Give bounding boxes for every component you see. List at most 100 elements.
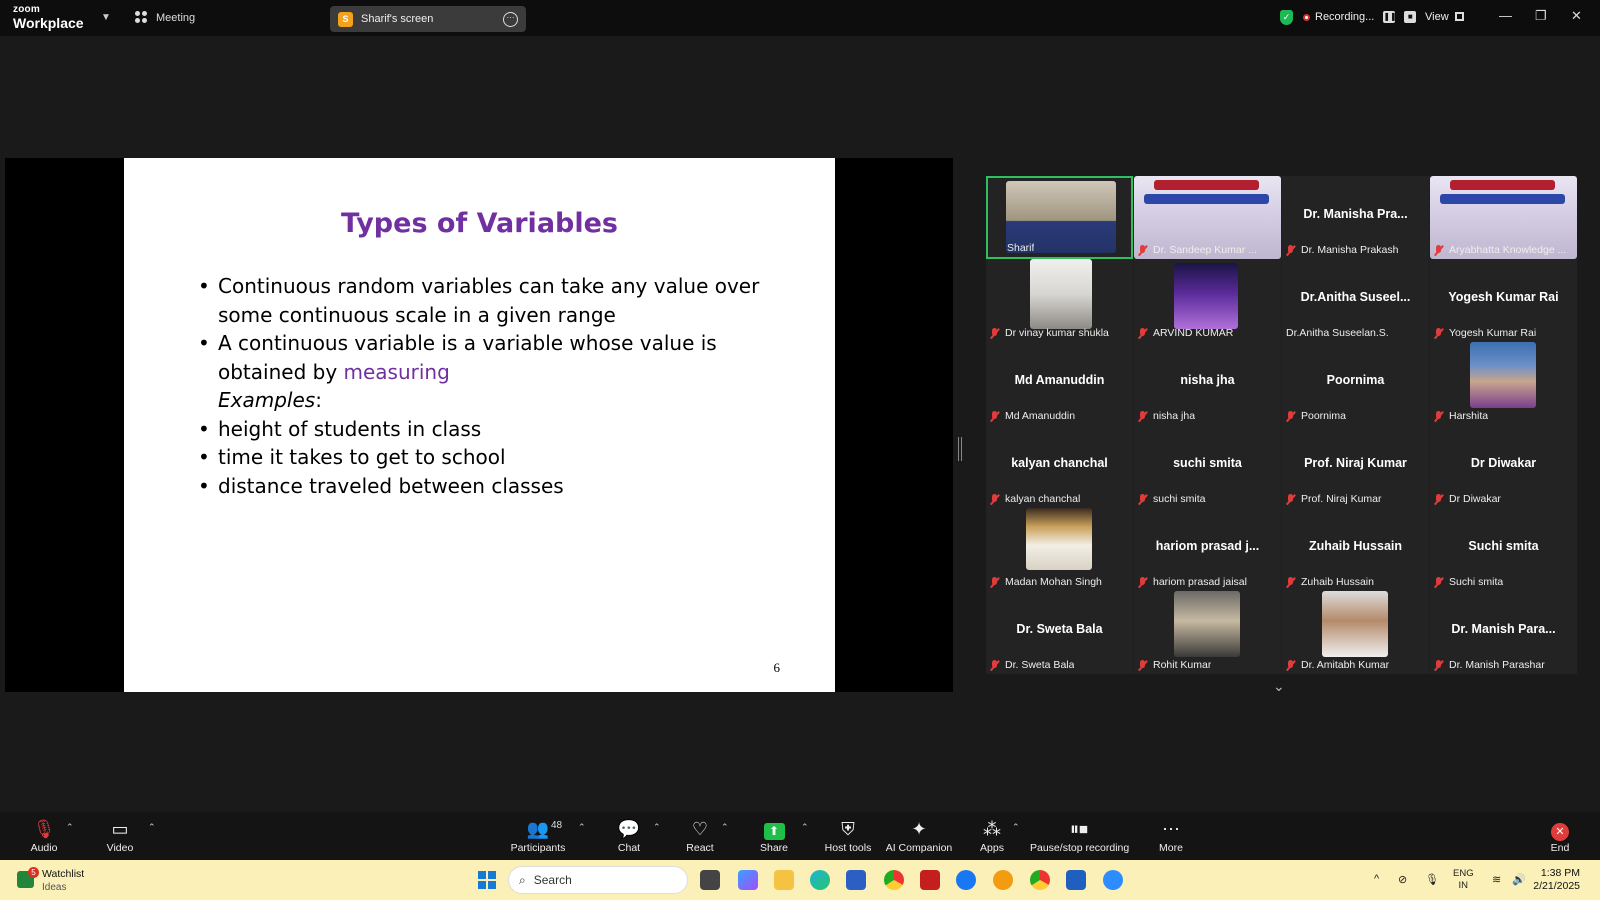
- file-explorer-icon[interactable]: [774, 870, 794, 890]
- chrome-icon[interactable]: [884, 870, 904, 890]
- restore-icon[interactable]: ❐: [1535, 8, 1547, 24]
- video-feed: [1030, 259, 1092, 329]
- share-options-caret[interactable]: ⌃: [801, 822, 809, 833]
- muted-mic-icon: 🎙: [32, 819, 56, 839]
- participant-label: Dr. Manish Parashar: [1434, 659, 1545, 671]
- sparkle-icon: ✦: [911, 819, 927, 839]
- store-icon[interactable]: [846, 870, 866, 890]
- video-button[interactable]: ▭ Video: [102, 818, 138, 854]
- chevron-up-icon[interactable]: ^: [1374, 873, 1379, 885]
- participant-label: Md Amanuddin: [990, 410, 1075, 422]
- minimize-icon[interactable]: —: [1499, 8, 1512, 23]
- end-meeting-button[interactable]: ✕ End: [1545, 818, 1575, 854]
- participant-gallery: Sharif Dr. Sandeep Kumar ... Dr. Manisha…: [986, 176, 1577, 674]
- pause-recording-icon[interactable]: ❚❚: [1383, 11, 1397, 23]
- participant-tile[interactable]: Dr vinay kumar shukla: [986, 259, 1133, 342]
- screen-share-indicator[interactable]: S Sharif's screen ···: [330, 6, 526, 32]
- chat-options-caret[interactable]: ⌃: [653, 822, 661, 833]
- more-icon: ⋯: [1162, 819, 1180, 839]
- participant-tile[interactable]: nisha jha nisha jha: [1134, 342, 1281, 425]
- view-button[interactable]: View: [1425, 11, 1464, 23]
- audio-button[interactable]: 🎙 Audio: [26, 818, 62, 854]
- close-icon[interactable]: ✕: [1571, 8, 1582, 24]
- participant-tile[interactable]: kalyan chanchal kalyan chanchal: [986, 425, 1133, 508]
- facebook-icon[interactable]: [956, 870, 976, 890]
- participant-tile[interactable]: Dr. Sandeep Kumar ...: [1134, 176, 1281, 259]
- muted-mic-icon: [1434, 576, 1443, 588]
- react-options-caret[interactable]: ⌃: [721, 822, 729, 833]
- participant-tile[interactable]: Md Amanuddin Md Amanuddin: [986, 342, 1133, 425]
- copilot-icon[interactable]: [738, 870, 758, 890]
- participant-tile[interactable]: Dr. Amitabh Kumar: [1282, 591, 1429, 674]
- zoom-window: zoom Workplace ▼ Meeting S Sharif's scre…: [0, 0, 1600, 900]
- participant-tile[interactable]: Dr. Manisha Pra... Dr. Manisha Prakash: [1282, 176, 1429, 259]
- participant-tile[interactable]: Dr. Sweta Bala Dr. Sweta Bala: [986, 591, 1133, 674]
- filezilla-icon[interactable]: [920, 870, 940, 890]
- audio-options-caret[interactable]: ⌃: [66, 822, 74, 833]
- participant-tile[interactable]: Zuhaib Hussain Zuhaib Hussain: [1282, 508, 1429, 591]
- watchlist-label[interactable]: Watchlist: [42, 868, 84, 880]
- chrome-icon[interactable]: [1030, 870, 1050, 890]
- meeting-icon: [135, 11, 148, 24]
- edge-icon[interactable]: [810, 870, 830, 890]
- examples-text: Examples: [218, 388, 316, 412]
- windows-start-icon[interactable]: [478, 871, 496, 889]
- language-indicator[interactable]: ENG IN: [1453, 868, 1474, 892]
- participant-tile[interactable]: Madan Mohan Singh: [986, 508, 1133, 591]
- slide-page-number: 6: [773, 660, 781, 675]
- stop-recording-icon[interactable]: ■: [1404, 11, 1417, 23]
- zoom-taskbar-icon[interactable]: [1103, 870, 1123, 890]
- volume-icon[interactable]: 🔊: [1512, 873, 1526, 886]
- muted-mic-icon: [1286, 244, 1295, 256]
- participant-name: Dr. Manish Para...: [1451, 622, 1556, 636]
- participant-label: Prof. Niraj Kumar: [1286, 493, 1382, 505]
- share-button[interactable]: ⬆ Share: [757, 818, 791, 854]
- taskbar-search[interactable]: ⌕ Search: [508, 866, 688, 894]
- chevron-down-icon[interactable]: ▼: [101, 12, 111, 23]
- more-options-icon[interactable]: ···: [503, 11, 518, 27]
- task-view-icon[interactable]: [700, 870, 720, 890]
- participant-tile[interactable]: Dr Diwakar Dr Diwakar: [1430, 425, 1577, 508]
- participant-tile[interactable]: Prof. Niraj Kumar Prof. Niraj Kumar: [1282, 425, 1429, 508]
- more-button[interactable]: ⋯ More: [1155, 818, 1187, 854]
- participant-tile[interactable]: Rohit Kumar: [1134, 591, 1281, 674]
- profile-picture: [1174, 263, 1238, 329]
- video-options-caret[interactable]: ⌃: [148, 822, 156, 833]
- app-icon[interactable]: [993, 870, 1013, 890]
- participant-tile[interactable]: Aryabhatta Knowledge ...: [1430, 176, 1577, 259]
- muted-mic-icon: [1434, 327, 1443, 339]
- participant-tile[interactable]: Dr. Manish Para... Dr. Manish Parashar: [1430, 591, 1577, 674]
- participants-options-caret[interactable]: ⌃: [578, 822, 586, 833]
- muted-mic-icon: [1286, 493, 1295, 505]
- participant-tile[interactable]: Poornima Poornima: [1282, 342, 1429, 425]
- apps-options-caret[interactable]: ⌃: [1012, 822, 1020, 833]
- participant-tile[interactable]: Sharif: [986, 176, 1133, 259]
- participant-tile[interactable]: Dr.Anitha Suseel... Dr.Anitha Suseelan.S…: [1282, 259, 1429, 342]
- network-status-icon[interactable]: ⊘: [1398, 873, 1407, 886]
- chat-button[interactable]: 💬 Chat: [613, 818, 645, 854]
- chevron-down-icon[interactable]: ⌄: [1273, 678, 1285, 695]
- muted-mic-icon: [990, 576, 999, 588]
- ai-companion-button[interactable]: ✦ AI Companion: [885, 818, 953, 854]
- participant-tile[interactable]: Harshita: [1430, 342, 1577, 425]
- panel-resize-handle[interactable]: [958, 437, 962, 461]
- participant-tile[interactable]: hariom prasad j... hariom prasad jaisal: [1134, 508, 1281, 591]
- react-button[interactable]: ♡ React: [684, 818, 716, 854]
- system-clock[interactable]: 1:38 PM 2/21/2025: [1533, 867, 1580, 893]
- apps-button[interactable]: ⁂ Apps: [976, 818, 1008, 854]
- word-icon[interactable]: [1066, 870, 1086, 890]
- host-tools-button[interactable]: ⛨ Host tools: [823, 818, 873, 854]
- wifi-icon[interactable]: ≋: [1492, 873, 1501, 886]
- participant-tile[interactable]: ARVIND KUMAR: [1134, 259, 1281, 342]
- pause-stop-label: Pause/stop recording: [1030, 842, 1130, 854]
- microphone-icon[interactable]: 🎙: [1425, 873, 1439, 886]
- participant-tile[interactable]: Yogesh Kumar Rai Yogesh Kumar Rai: [1430, 259, 1577, 342]
- participant-tile[interactable]: Suchi smita Suchi smita: [1430, 508, 1577, 591]
- encryption-shield-icon[interactable]: ✓: [1280, 10, 1293, 25]
- participant-label: Dr vinay kumar shukla: [990, 327, 1109, 339]
- participant-tile[interactable]: suchi smita suchi smita: [1134, 425, 1281, 508]
- pause-stop-recording-button[interactable]: ⏸⏹ Pause/stop recording: [1030, 818, 1130, 854]
- meeting-menu[interactable]: Meeting: [135, 11, 195, 24]
- bullet-continuous-random: Continuous random variables can take any…: [196, 272, 806, 329]
- audio-label: Audio: [30, 842, 58, 854]
